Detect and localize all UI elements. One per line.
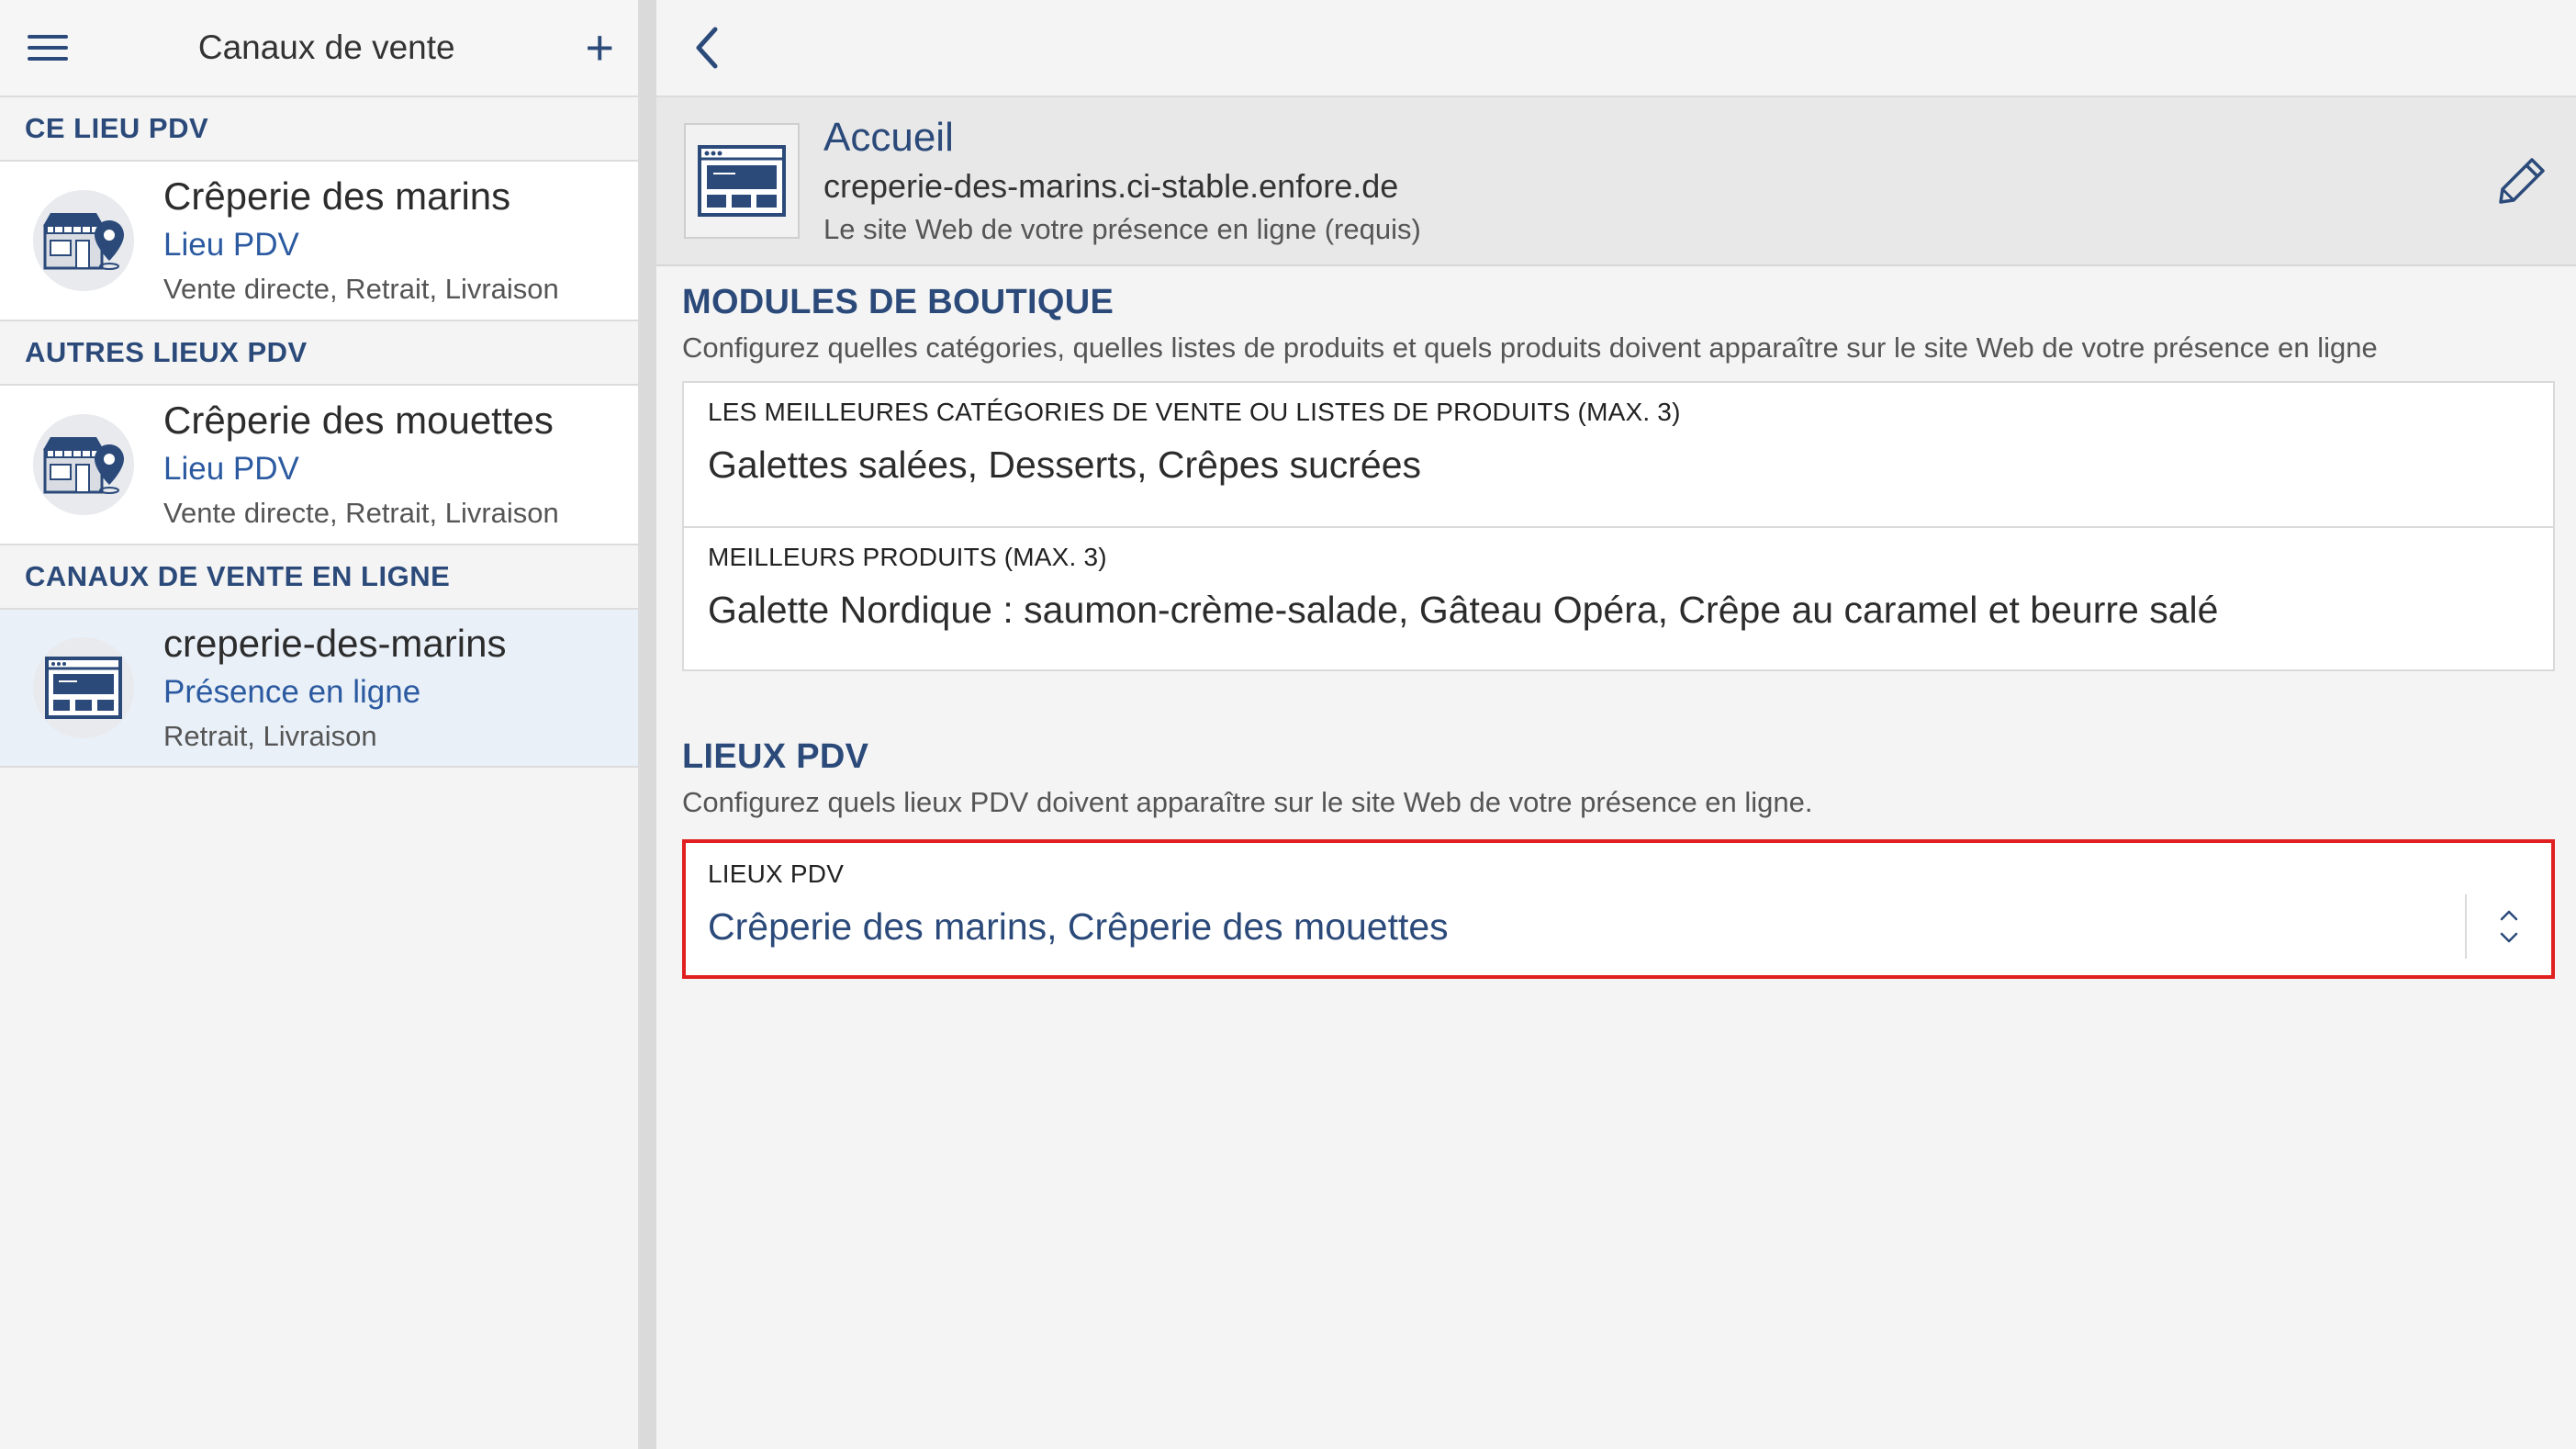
field-value: Galettes salées, Desserts, Crêpes sucrée…	[708, 444, 1422, 486]
top-categories-field[interactable]: LES MEILLEURES CATÉGORIES DE VENTE OU LI…	[684, 383, 2553, 526]
panel-title: Canaux de vente	[197, 28, 455, 66]
section-label-other-pos: AUTRES LIEUX PDV	[0, 321, 638, 386]
channel-name: Crêperie des mouettes	[163, 399, 554, 442]
channel-type: Présence en ligne	[163, 674, 421, 710]
section-label-this-pos: CE LIEU PDV	[0, 97, 638, 162]
store-location-icon	[33, 414, 134, 515]
edit-pencil-icon[interactable]	[2495, 154, 2548, 208]
pos-locations-description: Configurez quels lieux PDV doivent appar…	[682, 786, 1813, 818]
back-arrow-icon[interactable]	[693, 26, 721, 70]
channel-name: creperie-des-marins	[163, 622, 507, 665]
channel-type: Lieu PDV	[163, 227, 299, 263]
panel-divider[interactable]	[640, 0, 656, 1449]
channel-desc: Retrait, Livraison	[163, 720, 377, 752]
field-label: LIEUX PDV	[708, 859, 845, 888]
selected-pos-locations: Crêperie des marins, Crêperie des mouett…	[708, 905, 1449, 948]
shop-modules-description: Configurez quelles catégories, quelles l…	[682, 331, 2378, 364]
detail-panel: Accueil creperie-des-marins.ci-stable.en…	[656, 0, 2576, 1449]
channel-text: Crêperie des mouettes Lieu PDV Vente dir…	[163, 395, 559, 534]
website-icon	[33, 637, 134, 738]
channel-item-creperie-des-marins[interactable]: Crêperie des marins Lieu PDV Vente direc…	[0, 162, 638, 321]
channel-text: creperie-des-marins Présence en ligne Re…	[163, 618, 506, 758]
channel-desc: Vente directe, Retrait, Livraison	[163, 497, 559, 529]
left-header: Canaux de vente +	[0, 0, 638, 97]
channel-item-creperie-des-mouettes[interactable]: Crêperie des mouettes Lieu PDV Vente dir…	[0, 386, 638, 545]
sales-channels-panel: Canaux de vente + CE LIEU PDV Crêperie d…	[0, 0, 640, 1449]
field-value: Galette Nordique : saumon-crème-salade, …	[708, 589, 2219, 631]
select-chevrons-icon[interactable]	[2465, 894, 2551, 959]
section-label-online-channels: CANAUX DE VENTE EN LIGNE	[0, 545, 638, 610]
app-window: Canaux de vente + CE LIEU PDV Crêperie d…	[0, 0, 2576, 1449]
channel-name: Crêperie des marins	[163, 174, 511, 218]
website-description: Le site Web de votre présence en ligne (…	[823, 213, 1421, 245]
channel-item-online-presence[interactable]: creperie-des-marins Présence en ligne Re…	[0, 610, 638, 768]
hamburger-menu-icon[interactable]	[28, 33, 68, 62]
detail-header	[656, 0, 2576, 97]
top-products-field[interactable]: MEILLEURS PRODUITS (MAX. 3) Galette Nord…	[684, 526, 2553, 669]
channel-type: Lieu PDV	[163, 451, 299, 487]
pos-locations-select[interactable]: LIEUX PDV Crêperie des marins, Crêperie …	[682, 839, 2555, 979]
website-card[interactable]: Accueil creperie-des-marins.ci-stable.en…	[656, 97, 2576, 266]
channel-text: Crêperie des marins Lieu PDV Vente direc…	[163, 171, 559, 310]
website-url: creperie-des-marins.ci-stable.enfore.de	[823, 167, 1399, 205]
field-label: LES MEILLEURES CATÉGORIES DE VENTE OU LI…	[708, 398, 1681, 426]
website-info: Accueil creperie-des-marins.ci-stable.en…	[823, 111, 1421, 251]
pos-locations-title: LIEUX PDV	[682, 737, 869, 776]
field-label: MEILLEURS PRODUITS (MAX. 3)	[708, 543, 1107, 571]
website-title: Accueil	[823, 115, 954, 160]
store-location-icon	[33, 190, 134, 291]
website-icon	[684, 123, 800, 239]
add-channel-button[interactable]: +	[585, 23, 614, 73]
shop-modules-fields: LES MEILLEURES CATÉGORIES DE VENTE OU LI…	[682, 381, 2555, 671]
shop-modules-title: MODULES DE BOUTIQUE	[682, 283, 1114, 321]
channel-desc: Vente directe, Retrait, Livraison	[163, 273, 559, 305]
